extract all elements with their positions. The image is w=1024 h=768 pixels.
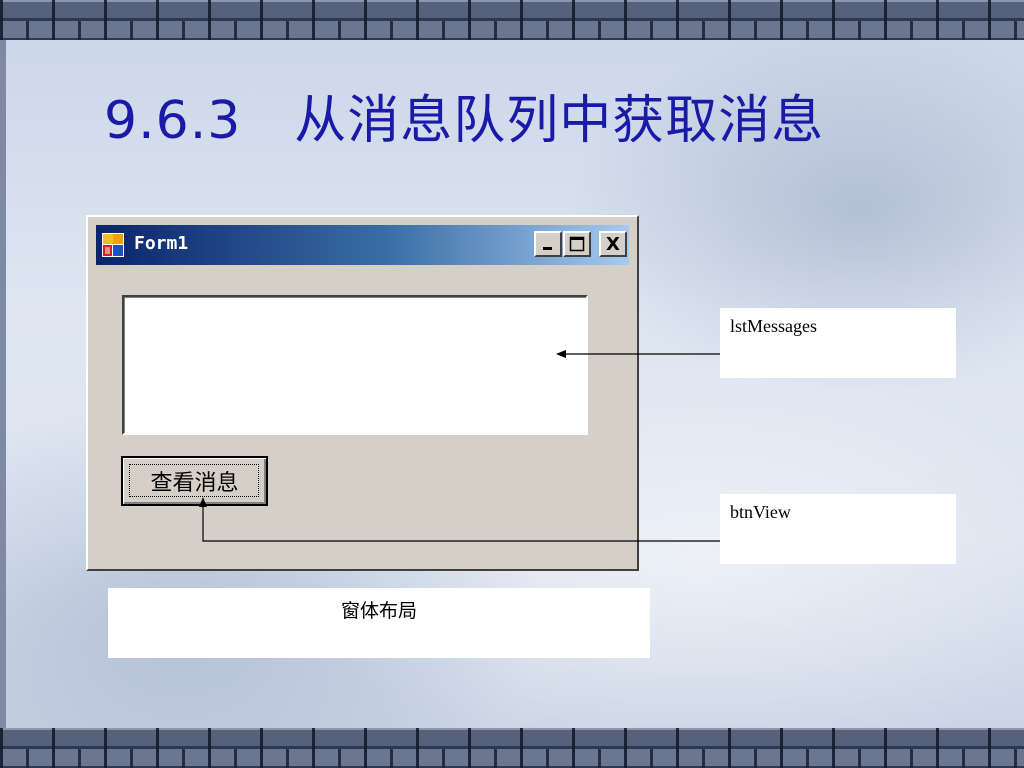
callout-lstmessages-label: lstMessages: [730, 316, 817, 336]
button-callout-arrow: [202, 505, 720, 542]
callout-btnview-label: btnView: [730, 502, 791, 522]
callout-btnview: btnView: [720, 494, 956, 564]
callout-lstmessages: lstMessages: [720, 308, 956, 378]
figure-caption: 窗体布局: [108, 588, 650, 658]
listbox-arrowhead: [556, 350, 566, 358]
button-arrowhead: [199, 497, 207, 507]
figure-caption-text: 窗体布局: [340, 601, 417, 622]
